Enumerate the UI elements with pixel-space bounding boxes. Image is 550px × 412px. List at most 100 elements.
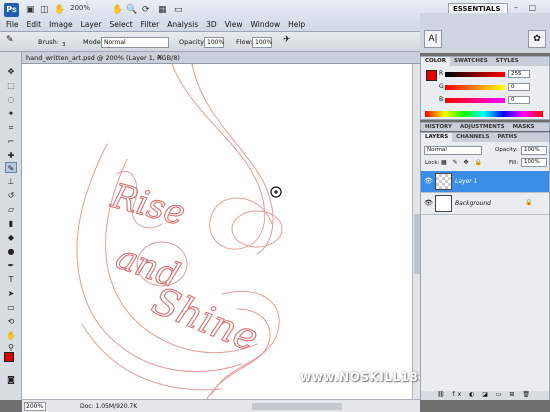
sketch-word-rise: Rise [106,176,189,234]
close-icon[interactable]: × [157,53,163,61]
crop-tool-icon[interactable]: ⌗ [5,122,17,133]
bridge-icon[interactable]: ▣ [26,4,35,16]
tool-options-bar: ✎ Brush: 3 Mode: Normal Opacity: 100% Fl… [0,32,420,52]
brush-tool-preset-icon[interactable]: ✎ [6,35,14,45]
blur-tool-icon[interactable]: ◆ [5,232,17,243]
layer-row-layer-1[interactable]: 👁 Layer 1 [421,171,549,193]
lock-label: Lock: [425,160,440,166]
foreground-color-swatch[interactable] [4,352,14,362]
marquee-tool-icon[interactable]: ⬚ [5,80,17,91]
quick-mask-icon[interactable]: ◙ [5,374,17,385]
menu-file[interactable]: File [6,20,19,29]
history-brush-tool-icon[interactable]: ↺ [5,190,17,201]
b-label: B [439,96,444,103]
hand-tool-icon[interactable]: ✋ [54,4,65,16]
lasso-tool-icon[interactable]: ◌ [5,94,17,105]
hand-icon[interactable]: ✋ [112,4,123,16]
layer-name[interactable]: Layer 1 [455,178,477,185]
color-spectrum-bar[interactable] [425,111,543,117]
brush-cursor [270,186,282,198]
r-slider[interactable] [445,72,505,77]
minibridge-icon[interactable]: ◫ [40,4,49,16]
g-label: G [439,83,444,90]
brush-tool-icon[interactable]: ✎ [5,162,17,173]
menu-analysis[interactable]: Analysis [167,20,198,29]
character-panel-icon[interactable]: A| [424,30,442,48]
menu-window[interactable]: Window [251,20,281,29]
eraser-tool-icon[interactable]: ▱ [5,204,17,215]
tab-layers[interactable]: LAYERS [421,133,453,142]
brush-label: Brush: [38,38,59,46]
screen-mode-icon[interactable]: ▭ [174,4,183,16]
clone-stamp-tool-icon[interactable]: ⊥ [5,176,17,187]
horizontal-scroll-thumb[interactable] [252,403,342,410]
zoom-level-select[interactable]: 200% [70,4,90,12]
brush-size-value[interactable]: 3 [62,42,66,48]
b-value[interactable]: 0 [508,96,530,104]
gradient-tool-icon[interactable]: ▮ [5,218,17,229]
layer-opacity-field[interactable]: 100% [521,146,547,155]
document-tab[interactable]: hand_written_art.psd @ 200% (Layer 1, RG… [22,52,420,64]
blend-mode-select[interactable]: Normal [424,146,482,155]
foreground-color-preview[interactable] [426,70,437,81]
layers-footer-buttons[interactable]: ⛓ fx ◐ ◪ ▭ ⊞ 🗑 [421,391,549,400]
move-tool-icon[interactable]: ✥ [5,66,17,77]
path-selection-tool-icon[interactable]: ➤ [5,288,17,299]
lock-icon: 🔒 [525,199,533,206]
airbrush-icon[interactable]: ✈ [283,35,291,45]
brush-panel-icon[interactable]: ✿ [528,30,546,48]
visibility-eye-icon[interactable]: 👁 [424,177,433,185]
tab-paths[interactable]: PATHS [494,133,522,142]
document-size-info[interactable]: Doc: 1.05M/920.7K [80,403,137,410]
vertical-scrollbar[interactable] [412,64,420,399]
lock-options-icons[interactable]: ▦ ✎ ✥ 🔒 [441,159,484,166]
3d-rotate-tool-icon[interactable]: ⟲ [5,316,17,327]
tab-adjustments[interactable]: ADJUSTMENTS [456,123,509,131]
menu-image[interactable]: Image [49,20,73,29]
tab-styles[interactable]: STYLES [492,57,523,66]
document-canvas[interactable]: Rise and Shine [22,64,412,399]
tab-channels[interactable]: CHANNELS [452,133,493,142]
tab-swatches[interactable]: SWATCHES [450,57,492,66]
quick-selection-tool-icon[interactable]: ✦ [5,108,17,119]
b-slider[interactable] [445,98,505,103]
fill-label: Fill: [509,160,519,166]
menu-select[interactable]: Select [110,20,133,29]
layer-name[interactable]: Background [455,200,491,207]
hand-tool-icon[interactable]: ✋ [5,330,17,341]
dodge-tool-icon[interactable]: ● [5,246,17,257]
menu-layer[interactable]: Layer [81,20,102,29]
rotate-view-icon[interactable]: ⟳ [142,4,150,16]
zoom-icon[interactable]: 🔍 [126,4,137,16]
visibility-eye-icon[interactable]: 👁 [424,199,433,207]
g-value[interactable]: 0 [508,83,530,91]
pen-tool-icon[interactable]: ✒ [5,260,17,271]
menu-3d[interactable]: 3D [206,20,217,29]
zoom-status-field[interactable]: 200% [24,402,46,411]
history-panel-tabs: HISTORY ADJUSTMENTS MASKS [420,122,550,131]
layer-row-background[interactable]: 👁 Background 🔒 [421,193,549,215]
healing-brush-tool-icon[interactable]: ✚ [5,150,17,161]
color-panel-tabs: COLOR SWATCHES STYLES [421,57,549,66]
menu-view[interactable]: View [225,20,243,29]
layer-thumbnail [435,195,452,212]
menu-bar: File Edit Image Layer Select Filter Anal… [6,20,305,29]
menu-filter[interactable]: Filter [141,20,160,29]
eyedropper-tool-icon[interactable]: ⌐ [5,136,17,147]
g-slider[interactable] [445,85,505,90]
tab-history[interactable]: HISTORY [421,123,456,131]
type-tool-icon[interactable]: T [5,274,17,285]
mode-select[interactable]: Normal [101,37,169,48]
flow-field[interactable]: 100% [252,37,272,48]
shape-tool-icon[interactable]: ▭ [5,302,17,313]
mode-label: Mode: [83,38,103,46]
tools-panel: ✥ ⬚ ◌ ✦ ⌗ ⌐ ✚ ✎ ⊥ ↺ ▱ ▮ ◆ ● ✒ T ➤ ▭ ⟲ ✋ … [0,52,22,400]
arrange-documents-icon[interactable]: ▦ [158,4,167,16]
menu-edit[interactable]: Edit [27,20,42,29]
menu-help[interactable]: Help [288,20,305,29]
opacity-field[interactable]: 100% [204,37,224,48]
tab-color[interactable]: COLOR [421,57,450,66]
fill-field[interactable]: 100% [521,158,547,167]
r-value[interactable]: 255 [508,70,530,78]
tab-masks[interactable]: MASKS [509,123,539,131]
